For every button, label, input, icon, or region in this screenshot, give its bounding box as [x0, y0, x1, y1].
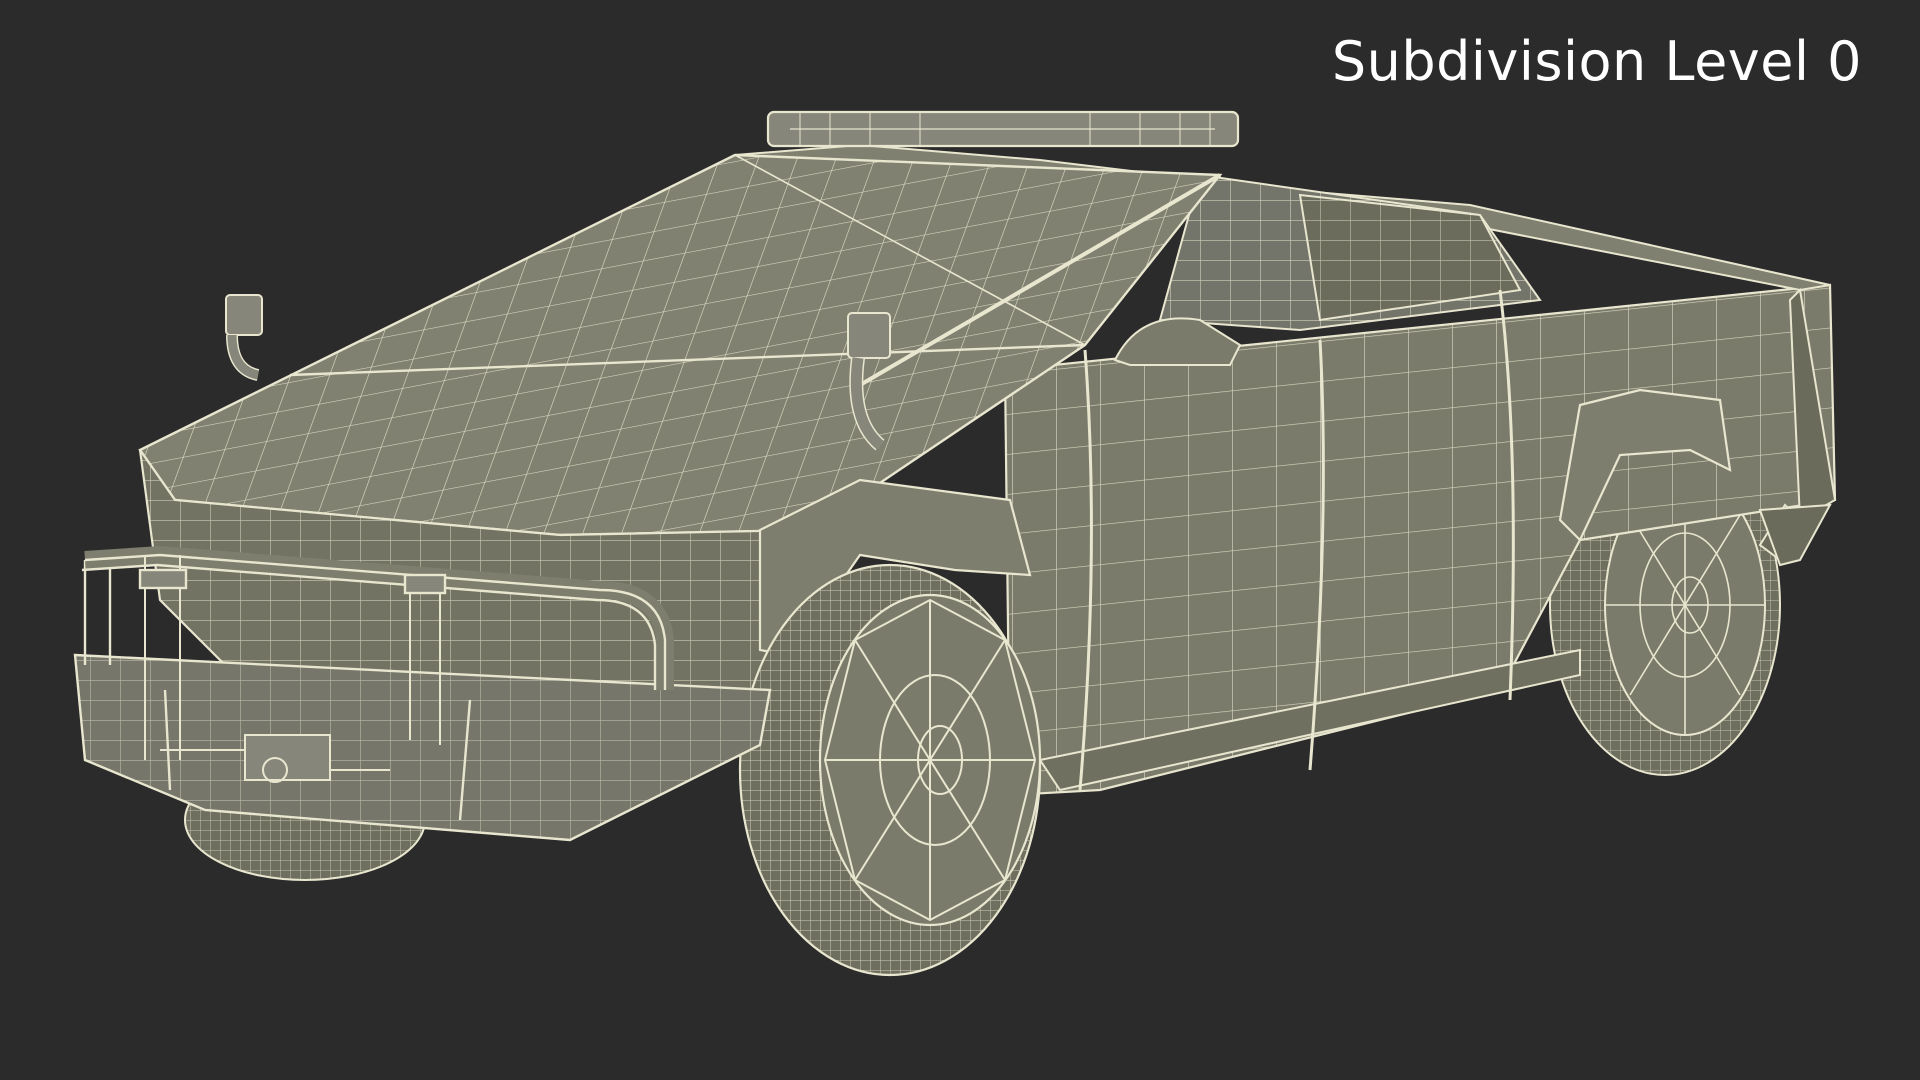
roof-light-bar	[766, 110, 1240, 148]
subdivision-level-label: Subdivision Level 0	[1331, 30, 1862, 93]
vehicle-wireframe-render	[73, 110, 1837, 977]
hood-post-left	[225, 294, 263, 381]
render-viewport: Subdivision Level 0	[0, 0, 1920, 1080]
front-wheel	[738, 563, 1042, 977]
